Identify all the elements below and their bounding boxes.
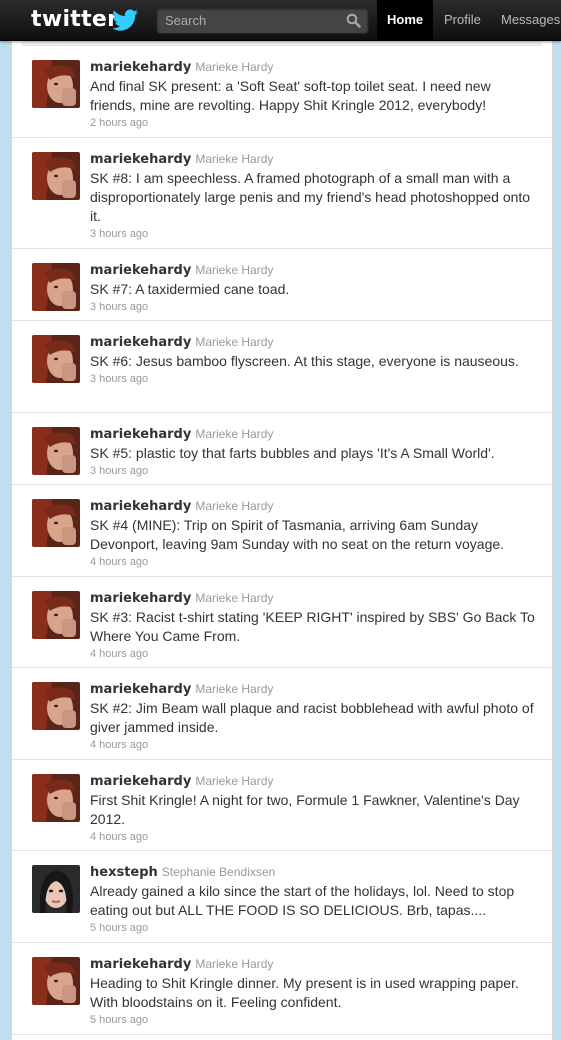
tweet-header: mariekehardy Marieke Hardy bbox=[90, 262, 540, 279]
avatar[interactable] bbox=[32, 427, 80, 475]
tweet-content: hexsteph Stephanie Bendixsen Already gaine… bbox=[90, 864, 540, 936]
avatar[interactable] bbox=[32, 865, 80, 913]
tweet-timestamp[interactable]: 3 hours ago bbox=[90, 227, 540, 242]
tweet-text: First Shit Kringle! A night for two, For… bbox=[90, 792, 520, 827]
tweet-timestamp[interactable]: 2 hours ago bbox=[90, 116, 540, 131]
tweet-row[interactable]: mariekehardy Marieke Hardy And final SK pr… bbox=[12, 45, 552, 138]
tweet-content: mariekehardy Marieke Hardy SK #6: Jesus ba… bbox=[90, 334, 540, 387]
avatar[interactable] bbox=[32, 335, 80, 383]
tweet-timestamp[interactable]: 3 hours ago bbox=[90, 464, 540, 479]
screen-name[interactable]: mariekehardy bbox=[90, 682, 191, 697]
tweet-text: SK #2: Jim Beam wall plaque and racist b… bbox=[90, 700, 534, 735]
tweet-header: mariekehardy Marieke Hardy bbox=[90, 334, 540, 351]
tweet-header: hexsteph Stephanie Bendixsen bbox=[90, 864, 540, 881]
full-name: Marieke Hardy bbox=[195, 499, 274, 513]
tweet-header: mariekehardy Marieke Hardy bbox=[90, 59, 540, 76]
screen-name[interactable]: mariekehardy bbox=[90, 957, 191, 972]
avatar[interactable] bbox=[32, 957, 80, 1005]
tweet-timestamp[interactable]: 5 hours ago bbox=[90, 921, 540, 936]
tweet-row[interactable]: mariekehardy Marieke Hardy SK #3: Racist t… bbox=[12, 576, 552, 668]
search-input[interactable] bbox=[157, 8, 340, 33]
tweet-text: SK #5: plastic toy that farts bubbles an… bbox=[90, 445, 495, 461]
full-name: Marieke Hardy bbox=[195, 263, 274, 277]
full-name: Marieke Hardy bbox=[195, 335, 274, 349]
full-name: Marieke Hardy bbox=[195, 682, 274, 696]
screen-name[interactable]: mariekehardy bbox=[90, 427, 191, 442]
tweet-timestamp[interactable]: 3 hours ago bbox=[90, 372, 540, 387]
tweet-text: SK #4 (MINE): Trip on Spirit of Tasmania… bbox=[90, 517, 505, 552]
avatar[interactable] bbox=[32, 591, 80, 639]
nav-messages[interactable]: Messages bbox=[491, 0, 561, 40]
nav-home[interactable]: Home bbox=[377, 0, 433, 40]
tweet-timestamp[interactable]: 4 hours ago bbox=[90, 738, 540, 753]
tweet-content: mariekehardy Marieke Hardy SK #8: I am spe… bbox=[90, 151, 540, 242]
full-name: Marieke Hardy bbox=[195, 152, 274, 166]
tweet-content: mariekehardy Marieke Hardy And final SK pr… bbox=[90, 59, 540, 131]
tweet-row[interactable]: mariekehardy Marieke Hardy SK #7: A taxide… bbox=[12, 248, 552, 321]
screen-name[interactable]: mariekehardy bbox=[90, 60, 191, 75]
screen-name[interactable]: mariekehardy bbox=[90, 774, 191, 789]
tweet-row[interactable]: mariekehardy Marieke Hardy SK #6: Jesus ba… bbox=[12, 320, 552, 413]
timeline: mariekehardy Marieke Hardy And final SK pr… bbox=[11, 40, 553, 1040]
full-name: Stephanie Bendixsen bbox=[161, 865, 276, 879]
tweet-header: mariekehardy Marieke Hardy bbox=[90, 151, 540, 168]
tweet-header: mariekehardy Marieke Hardy bbox=[90, 956, 540, 973]
full-name: Marieke Hardy bbox=[195, 774, 274, 788]
tweet-text: SK #8: I am speechless. A framed photogr… bbox=[90, 170, 531, 224]
nav-profile[interactable]: Profile bbox=[434, 0, 491, 40]
full-name: Marieke Hardy bbox=[195, 957, 274, 971]
logo-text: twitter bbox=[31, 7, 119, 32]
tweet-timestamp[interactable]: 4 hours ago bbox=[90, 830, 540, 845]
tweet-content: mariekehardy Marieke Hardy SK #2: Jim Beam… bbox=[90, 681, 540, 753]
tweet-row[interactable]: mariekehardy Marieke Hardy First Shit Krin… bbox=[12, 759, 552, 851]
tweet-row[interactable]: mariekehardy Marieke Hardy Heading to Shit… bbox=[12, 942, 552, 1035]
tweet-timestamp[interactable]: 4 hours ago bbox=[90, 647, 540, 662]
bird-icon bbox=[113, 9, 138, 31]
tweet-content: mariekehardy Marieke Hardy Heading to Shit… bbox=[90, 956, 540, 1028]
tweet-header: mariekehardy Marieke Hardy bbox=[90, 498, 540, 515]
full-name: Marieke Hardy bbox=[195, 591, 274, 605]
tweet-row[interactable]: hexsteph Stephanie Bendixsen Already gaine… bbox=[12, 850, 552, 943]
screen-name[interactable]: mariekehardy bbox=[90, 263, 191, 278]
avatar[interactable] bbox=[32, 774, 80, 822]
tweet-header: mariekehardy Marieke Hardy bbox=[90, 773, 540, 790]
tweet-row[interactable]: mariekehardy Marieke Hardy SK #4 (MINE): T… bbox=[12, 484, 552, 577]
tweet-header: mariekehardy Marieke Hardy bbox=[90, 681, 540, 698]
tweet-text: Heading to Shit Kringle dinner. My prese… bbox=[90, 975, 519, 1010]
tweet-content: mariekehardy Marieke Hardy SK #4 (MINE): T… bbox=[90, 498, 540, 570]
screen-name[interactable]: mariekehardy bbox=[90, 152, 191, 167]
tweet-text: Already gained a kilo since the start of… bbox=[90, 883, 515, 918]
twitter-logo[interactable]: twitter bbox=[31, 7, 138, 32]
tweet-content: mariekehardy Marieke Hardy SK #3: Racist t… bbox=[90, 590, 540, 662]
screen-name[interactable]: mariekehardy bbox=[90, 335, 191, 350]
avatar[interactable] bbox=[32, 60, 80, 108]
full-name: Marieke Hardy bbox=[195, 427, 274, 441]
tweet-header: mariekehardy Marieke Hardy bbox=[90, 426, 540, 443]
tweet-row[interactable]: mariekehardy Marieke Hardy SK #8: I am spe… bbox=[12, 137, 552, 249]
tweet-text: SK #3: Racist t-shirt stating 'KEEP RIGH… bbox=[90, 609, 535, 644]
tweet-row[interactable]: mariekehardy Marieke Hardy SK #2: Jim Beam… bbox=[12, 667, 552, 760]
avatar[interactable] bbox=[32, 152, 80, 200]
search-icon[interactable] bbox=[346, 13, 361, 28]
avatar[interactable] bbox=[32, 682, 80, 730]
tweet-timestamp[interactable]: 3 hours ago bbox=[90, 300, 540, 315]
screen-name[interactable]: mariekehardy bbox=[90, 499, 191, 514]
tweet-text: SK #7: A taxidermied cane toad. bbox=[90, 281, 290, 297]
tweet-content: mariekehardy Marieke Hardy First Shit Krin… bbox=[90, 773, 540, 845]
avatar[interactable] bbox=[32, 499, 80, 547]
screen-name[interactable]: hexsteph bbox=[90, 865, 158, 880]
tweet-content: mariekehardy Marieke Hardy SK #5: plastic … bbox=[90, 426, 540, 479]
search-box[interactable] bbox=[156, 7, 369, 34]
avatar[interactable] bbox=[32, 263, 80, 311]
tweet-text: SK #6: Jesus bamboo flyscreen. At this s… bbox=[90, 353, 519, 369]
tweet-text: And final SK present: a 'Soft Seat' soft… bbox=[90, 78, 491, 113]
tweet-row[interactable]: mariekehardy Marieke Hardy SK #5: plastic … bbox=[12, 412, 552, 485]
tweet-timestamp[interactable]: 5 hours ago bbox=[90, 1013, 540, 1028]
top-bar: twitter Home Profile Messages bbox=[0, 0, 561, 41]
tweet-timestamp[interactable]: 4 hours ago bbox=[90, 555, 540, 570]
screen-name[interactable]: mariekehardy bbox=[90, 591, 191, 606]
tweet-header: mariekehardy Marieke Hardy bbox=[90, 590, 540, 607]
tweet-content: mariekehardy Marieke Hardy SK #7: A taxide… bbox=[90, 262, 540, 315]
full-name: Marieke Hardy bbox=[195, 60, 274, 74]
